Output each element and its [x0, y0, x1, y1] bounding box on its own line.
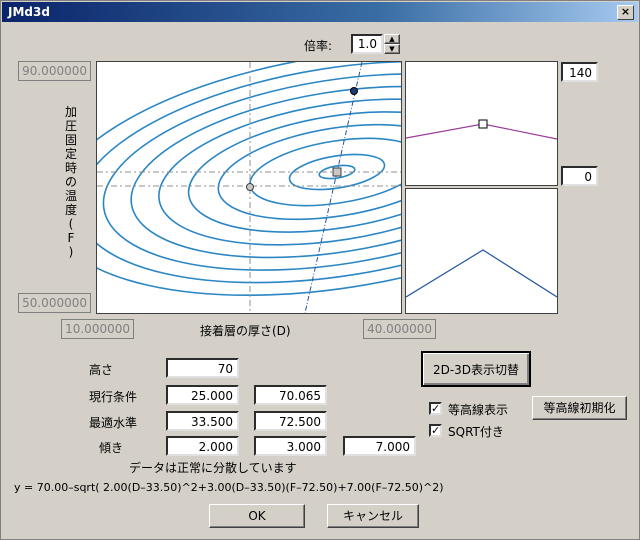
- reset-contour-button[interactable]: 等高線初期化: [532, 396, 627, 420]
- axis-handle-marker[interactable]: [350, 87, 358, 95]
- lower-profile-plot: [405, 188, 558, 314]
- close-button[interactable]: ×: [617, 5, 634, 20]
- side-max-input[interactable]: 140: [561, 62, 598, 82]
- contour-checkbox-label: 等高線表示: [448, 403, 509, 417]
- window-title: JMd3d: [8, 5, 50, 19]
- y-axis-label: 加圧固定時の温度(F): [64, 105, 77, 259]
- dialog-window: JMd3d × 倍率: 1.0 ▲ ▼ 90.000000 50.000000 …: [0, 0, 640, 540]
- zoom-input[interactable]: 1.0: [351, 34, 383, 54]
- lower-profile-line: [406, 249, 557, 298]
- contour-line: [102, 73, 401, 271]
- contour-plot[interactable]: [96, 61, 402, 314]
- optimal-f-input[interactable]: 72.500: [254, 411, 327, 431]
- y-max-field: 90.000000: [18, 61, 91, 81]
- y-min-field: 50.000000: [18, 293, 91, 313]
- upper-profile-svg: [406, 119, 557, 140]
- toggle-2d-3d-button[interactable]: 2D-3D表示切替: [421, 351, 531, 387]
- height-label: 高さ: [89, 363, 114, 377]
- lower-profile-svg: [406, 249, 557, 298]
- x-min-field: 10.000000: [61, 319, 134, 339]
- cancel-button[interactable]: キャンセル: [327, 504, 419, 528]
- optimal-label: 最適水準: [89, 416, 138, 430]
- formula-text: y = 70.00–sqrt( 2.00(D–33.50)^2+3.00(D–3…: [14, 481, 444, 494]
- zoom-up-button[interactable]: ▲: [384, 34, 400, 44]
- x-max-field: 40.000000: [363, 319, 436, 339]
- current-label: 現行条件: [89, 390, 138, 404]
- side-min-input[interactable]: 0: [561, 166, 598, 186]
- optimal-point-marker[interactable]: [332, 167, 342, 177]
- contour-svg: [97, 62, 401, 313]
- title-bar[interactable]: JMd3d ×: [2, 2, 638, 22]
- zoom-down-button[interactable]: ▼: [384, 44, 400, 54]
- status-text: データは正常に分散しています: [129, 461, 297, 475]
- current-point-marker[interactable]: [246, 183, 254, 191]
- x-axis-label: 接着層の厚さ(D): [200, 324, 291, 338]
- slope-1-input[interactable]: 2.000: [166, 436, 239, 456]
- profile-peak-marker: [478, 119, 488, 129]
- zoom-label: 倍率:: [304, 39, 333, 53]
- slope-label: 傾き: [99, 441, 124, 455]
- height-input[interactable]: 70: [166, 358, 239, 378]
- contour-checkbox[interactable]: ✓: [429, 402, 442, 415]
- sqrt-checkbox-label: SQRT付き: [448, 425, 504, 439]
- arrow-up-icon: ▲: [389, 35, 395, 43]
- current-f-input[interactable]: 70.065: [254, 385, 327, 405]
- ok-button[interactable]: OK: [209, 504, 305, 528]
- arrow-down-icon: ▼: [389, 45, 395, 53]
- upper-profile-plot: [405, 61, 558, 186]
- slope-3-input[interactable]: 7.000: [343, 436, 416, 456]
- sqrt-checkbox[interactable]: ✓: [429, 424, 442, 437]
- current-d-input[interactable]: 25.000: [166, 385, 239, 405]
- slope-2-input[interactable]: 3.000: [254, 436, 327, 456]
- optimal-d-input[interactable]: 33.500: [166, 411, 239, 431]
